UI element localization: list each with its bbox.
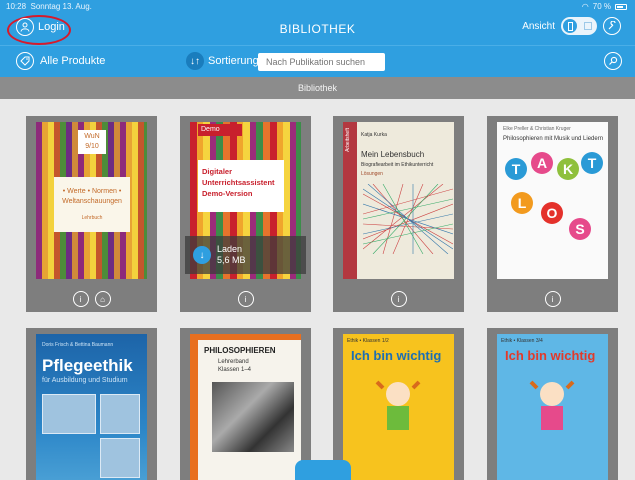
search-icon[interactable] xyxy=(604,52,622,70)
info-icon[interactable]: i xyxy=(72,291,89,307)
cover-title: Pflegeethik xyxy=(42,356,133,375)
book-cover[interactable]: Doris Frisch & Bettina Baumann Pflegeeth… xyxy=(36,334,147,480)
cover-author: Katja Kurka xyxy=(361,132,387,138)
cover-illustration xyxy=(375,380,421,430)
cover-badge: WuN 9/10 xyxy=(78,130,106,154)
wifi-icon: ◠ xyxy=(581,2,589,11)
cover-authors: Elke Preller & Christian Kruger xyxy=(503,126,571,132)
cover-title-panel: • Werte • Normen • Weltanschauungen Lehr… xyxy=(54,177,130,232)
download-overlay[interactable]: ↓ Laden 5,6 MB xyxy=(185,236,306,274)
grid-view-icon xyxy=(584,22,592,30)
cover-illustration xyxy=(529,380,575,430)
cover-title: Philosophieren mit Musik und Liedern xyxy=(503,136,604,142)
book-card[interactable]: Ethik • Klassen 3/4 Ich bin wichtig xyxy=(487,328,618,480)
cover-artwork xyxy=(363,184,453,254)
cover-letter: K xyxy=(557,158,579,180)
book-card[interactable]: Demo Digitaler Unterrichtsassistent Demo… xyxy=(180,116,311,312)
status-bar: 10:28 Sonntag 13. Aug. ◠ 70 % xyxy=(0,0,635,12)
cover-subtitle: Lehrbuch xyxy=(81,215,103,221)
cover-title: Digitaler Unterrichtsassistent Demo-Vers… xyxy=(198,160,284,212)
cover-title: Ich bin wichtig xyxy=(505,348,596,363)
cover-label: Demo xyxy=(198,124,242,136)
status-right: ◠ 70 % xyxy=(582,2,627,11)
cover-letter: A xyxy=(531,152,553,174)
book-card[interactable]: Ethik • Klassen 1/2 Ich bin wichtig xyxy=(333,328,464,480)
cover-authors: Doris Frisch & Bettina Baumann xyxy=(42,342,114,348)
cover-letter: O xyxy=(541,202,563,224)
book-cover[interactable]: WuN 9/10 • Werte • Normen • Weltanschauu… xyxy=(36,122,147,279)
tag-icon xyxy=(16,52,34,70)
wrench-icon[interactable] xyxy=(603,17,621,35)
book-cover[interactable]: Arbeitsheft Katja Kurka Mein Lebensbuch … xyxy=(343,122,454,279)
book-cover[interactable]: Elke Preller & Christian Kruger Philosop… xyxy=(497,122,608,279)
status-date: Sonntag 13. Aug. xyxy=(30,2,92,11)
cover-photo xyxy=(212,382,294,452)
cover-subtitle: Ethik • Klassen 3/4 xyxy=(501,338,543,344)
cover-subtitle: Lehrerband Klassen 1–4 xyxy=(218,359,252,373)
book-cover[interactable]: PHILOSOPHIEREN Lehrerband Klassen 1–4 xyxy=(190,334,301,480)
download-size: 5,6 MB xyxy=(217,255,246,265)
cover-subtitle: Biografiearbeit im Ethikunterricht xyxy=(361,162,434,168)
top-bar: 10:28 Sonntag 13. Aug. ◠ 70 % Login BIBL… xyxy=(0,0,635,45)
battery-percent: 70 % xyxy=(592,2,611,11)
book-card[interactable]: Doris Frisch & Bettina Baumann Pflegeeth… xyxy=(26,328,157,480)
battery-icon xyxy=(615,3,627,10)
sort-icon: ↓↑ xyxy=(186,52,204,70)
cover-photo xyxy=(100,394,140,434)
sort-button[interactable]: ↓↑ Sortierung xyxy=(186,52,259,70)
view-switcher: Ansicht xyxy=(522,17,621,35)
cover-letter: S xyxy=(569,218,591,240)
cover-subtitle: Ethik • Klassen 1/2 xyxy=(347,338,389,344)
info-icon[interactable]: i xyxy=(390,291,407,307)
download-icon: ↓ xyxy=(193,246,211,264)
download-label: Laden xyxy=(217,244,243,254)
book-cover[interactable]: Ethik • Klassen 3/4 Ich bin wichtig xyxy=(497,334,608,480)
cover-title: Ich bin wichtig xyxy=(351,348,442,363)
info-icon[interactable]: i xyxy=(237,291,254,307)
search-input[interactable] xyxy=(258,53,385,71)
status-left: 10:28 Sonntag 13. Aug. xyxy=(6,2,92,11)
toolbar: Alle Produkte ↓↑ Sortierung xyxy=(0,45,635,77)
card-actions: i xyxy=(333,291,464,307)
book-card[interactable]: WuN 9/10 • Werte • Normen • Weltanschauu… xyxy=(26,116,157,312)
cover-spine: Arbeitsheft xyxy=(343,122,357,279)
book-card[interactable]: PHILOSOPHIEREN Lehrerband Klassen 1–4 xyxy=(180,328,311,480)
all-products-label: Alle Produkte xyxy=(40,55,106,67)
cover-note: Lösungen xyxy=(361,171,383,177)
all-products-button[interactable]: Alle Produkte xyxy=(16,52,105,70)
sort-label: Sortierung xyxy=(208,55,259,67)
cover-letter: L xyxy=(511,192,533,214)
cover-subtitle: für Ausbildung und Studium xyxy=(42,377,128,384)
cover-letter: T xyxy=(505,158,527,180)
info-icon[interactable]: i xyxy=(544,291,561,307)
book-card[interactable]: Elke Preller & Christian Kruger Philosop… xyxy=(487,116,618,312)
card-actions: i xyxy=(487,291,618,307)
cover-title: Mein Lebensbuch xyxy=(361,150,425,159)
book-cover[interactable]: Ethik • Klassen 1/2 Ich bin wichtig xyxy=(343,334,454,480)
status-time: 10:28 xyxy=(6,2,27,11)
card-actions: i ⌂ xyxy=(26,291,157,307)
section-header: Bibliothek xyxy=(0,77,635,99)
cover-photo xyxy=(100,438,140,478)
basket-icon[interactable]: ⌂ xyxy=(94,291,111,307)
cover-photo xyxy=(42,394,96,434)
cover-title: • Werte • Normen • Weltanschauungen xyxy=(62,188,122,205)
book-card[interactable]: Arbeitsheft Katja Kurka Mein Lebensbuch … xyxy=(333,116,464,312)
bottom-tab-handle[interactable] xyxy=(295,460,351,480)
card-actions: i xyxy=(180,291,311,307)
view-toggle[interactable] xyxy=(561,17,597,35)
view-label: Ansicht xyxy=(522,20,555,32)
cover-letter: T xyxy=(581,152,603,174)
single-view-icon xyxy=(563,19,577,33)
cover-title: PHILOSOPHIEREN xyxy=(204,346,276,355)
